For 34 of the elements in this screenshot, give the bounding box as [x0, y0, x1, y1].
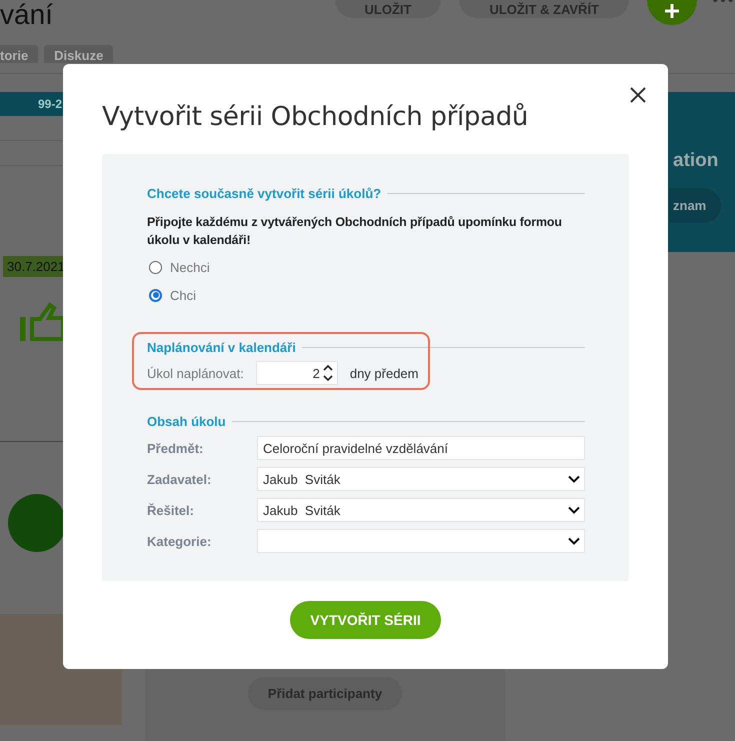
field-label: Kategorie: [147, 534, 212, 548]
field-label: Řešitel: [147, 502, 195, 518]
section-heading: Obsah úkolu [147, 414, 226, 429]
field-label: Předmět: [147, 440, 204, 456]
tab[interactable]: torie [0, 45, 38, 63]
unit-label: dny předem [350, 366, 418, 380]
thumbs-up-icon [20, 301, 66, 343]
radio-button[interactable] [149, 260, 162, 274]
number-field[interactable]: 2 [256, 361, 338, 385]
page-title: vání [0, 0, 54, 30]
close-icon[interactable] [630, 87, 646, 103]
chevron-down-icon [568, 506, 580, 514]
tab[interactable]: Diskuze [44, 45, 114, 63]
section-heading: Naplánování v kalendáři [147, 340, 296, 355]
radio-button[interactable] [149, 288, 162, 302]
prompt-text: Připojte každému z vytvářených Obchodních případů upomínku formou úkolu v kalendáři! [147, 214, 563, 249]
panel-heading: ation [673, 150, 718, 172]
dropdown-field[interactable]: Jakub Sviták [257, 498, 585, 522]
chevron-down-icon [568, 537, 580, 545]
header-button[interactable]: ULOŽIT [334, 0, 442, 18]
chevron-down-icon [568, 475, 580, 483]
field-label: Úkol naplánovat: [147, 366, 244, 380]
radio-label: Nechci [170, 260, 210, 274]
dropdown-field[interactable] [257, 529, 585, 553]
radio-label: Chci [170, 288, 196, 302]
spinner-icon[interactable] [322, 363, 334, 383]
plus-icon [664, 3, 680, 19]
create-series-button[interactable]: VYTVOŘIT SÉRII [290, 601, 441, 639]
header-button[interactable]: ULOŽIT & ZAVŘÍT [459, 0, 629, 18]
list-button[interactable]: znam [669, 188, 722, 223]
field-label: Zadavatel: [147, 472, 212, 486]
section-heading: Chcete současně vytvořit sérii úkolů? [147, 186, 382, 201]
text-field[interactable]: Celoroční pravidelné vzdělávání [257, 436, 585, 460]
dropdown-field[interactable]: Jakub Sviták [257, 467, 585, 491]
